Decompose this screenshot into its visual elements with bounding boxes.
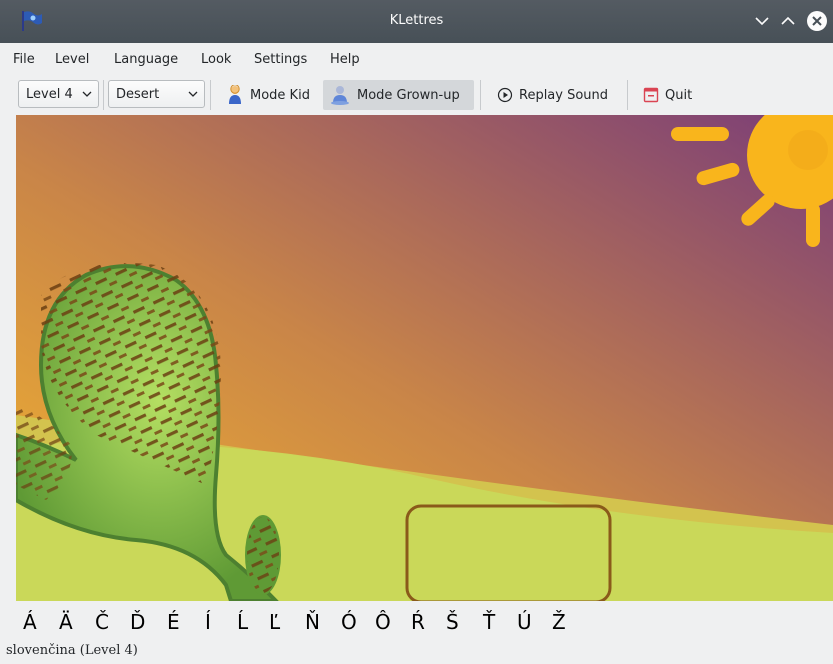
close-icon [807, 11, 827, 31]
level-select[interactable]: Level 4 [18, 80, 99, 108]
play-circle-icon [497, 87, 513, 103]
chevron-down-icon [755, 17, 769, 26]
chevron-down-icon [82, 91, 92, 97]
close-button[interactable] [805, 9, 829, 33]
menu-bar: File Level Language Look Settings Help [0, 48, 833, 72]
level-select-value: Level 4 [26, 87, 73, 102]
theme-select[interactable]: Desert [108, 80, 205, 108]
letter-button[interactable]: Č [95, 610, 109, 634]
menu-language[interactable]: Language [114, 52, 178, 67]
minimize-button[interactable] [750, 9, 774, 33]
mode-kid-button[interactable]: Mode Kid [220, 80, 316, 110]
desert-background [16, 115, 833, 601]
special-letters-bar: Á Ä Č Ď É Í Ĺ Ľ Ň Ó Ô Ŕ Š Ť Ú Ž [16, 602, 833, 636]
toolbar-separator [210, 80, 211, 110]
letter-button[interactable]: Ď [130, 610, 145, 634]
letter-button[interactable]: Ž [552, 610, 566, 634]
letter-button[interactable]: Ú [517, 610, 532, 634]
quit-button[interactable]: Quit [637, 80, 698, 110]
status-bar: slovenčina (Level 4) [6, 643, 138, 658]
letter-button[interactable]: Ô [375, 610, 391, 634]
mode-grownup-button[interactable]: Mode Grown-up [323, 80, 474, 110]
maximize-button[interactable] [776, 9, 800, 33]
title-bar: KLettres [0, 0, 833, 43]
letter-button[interactable]: Ň [305, 610, 320, 634]
toolbar-separator [480, 80, 481, 110]
letter-button[interactable]: Í [205, 610, 211, 634]
menu-level[interactable]: Level [55, 52, 89, 67]
replay-sound-label: Replay Sound [519, 87, 609, 103]
grownup-icon [329, 85, 351, 105]
mode-grownup-label: Mode Grown-up [357, 87, 460, 103]
quit-label: Quit [665, 87, 693, 103]
letter-button[interactable]: Š [446, 610, 459, 634]
letter-button[interactable]: Á [23, 610, 37, 634]
kid-icon [226, 85, 244, 105]
game-scene [16, 115, 833, 601]
menu-file[interactable]: File [13, 52, 35, 67]
menu-look[interactable]: Look [201, 52, 231, 67]
letter-button[interactable]: Ä [59, 610, 73, 634]
menu-settings[interactable]: Settings [254, 52, 307, 67]
theme-select-value: Desert [116, 87, 160, 102]
quit-icon [643, 87, 659, 103]
letter-button[interactable]: Ĺ [237, 610, 248, 634]
letter-button[interactable]: Ó [341, 610, 357, 634]
letter-button[interactable]: Ŕ [411, 610, 425, 634]
toolbar-separator [627, 80, 628, 110]
chevron-down-icon [188, 91, 198, 97]
window-title: KLettres [389, 13, 444, 28]
chevron-up-icon [781, 16, 795, 25]
mode-kid-label: Mode Kid [250, 87, 310, 103]
letter-button[interactable]: Ť [483, 610, 495, 634]
toolbar-separator [103, 80, 104, 110]
menu-help[interactable]: Help [330, 52, 360, 67]
letter-button[interactable]: É [167, 610, 180, 634]
toolbar: Level 4 Desert Mode Kid Mode Grown-up Re… [0, 76, 833, 115]
letter-button[interactable]: Ľ [269, 610, 280, 634]
replay-sound-button[interactable]: Replay Sound [491, 80, 614, 110]
